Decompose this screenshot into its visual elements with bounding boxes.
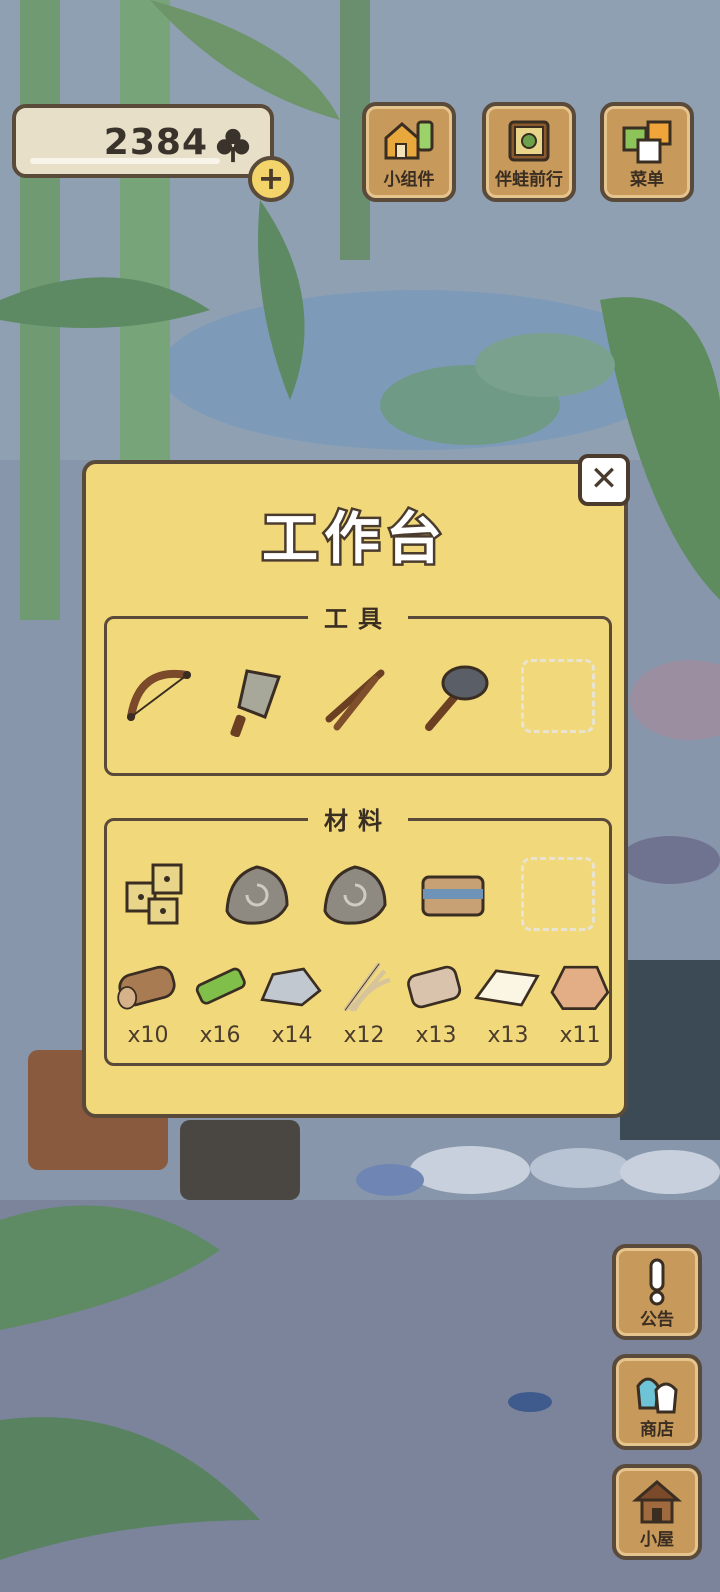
tools-title: 工具 <box>308 599 408 634</box>
announcement-button[interactable]: 公告 <box>612 1244 702 1340</box>
companion-book-icon <box>508 120 550 162</box>
material-clay[interactable] <box>543 951 615 1023</box>
sticks-icon <box>325 669 385 731</box>
stone-icon <box>260 967 322 1007</box>
clay-icon <box>550 965 610 1010</box>
materials-section: 材料 x10 x16 x14 x12 x13 x13 x11 <box>104 801 615 1066</box>
workbench-title: 工作台 <box>260 505 448 575</box>
tools-section: 工具 <box>104 599 612 776</box>
brush-icon <box>230 669 281 738</box>
tool-brush[interactable] <box>217 657 297 738</box>
menu-cards-icon <box>622 120 672 164</box>
fiber-icon <box>343 962 391 1012</box>
widget-label: 小组件 <box>383 170 435 190</box>
material-fiber[interactable] <box>327 951 399 1023</box>
close-button[interactable]: ✕ <box>578 454 630 506</box>
shop-label: 商店 <box>640 1420 674 1440</box>
stone-hammer-icon <box>425 665 489 731</box>
tool-sticks[interactable] <box>315 657 395 737</box>
menu-button[interactable]: 菜单 <box>600 102 694 202</box>
qty-clay: x11 <box>559 1023 601 1048</box>
material-paper[interactable] <box>471 951 543 1023</box>
menu-label: 菜单 <box>630 170 664 190</box>
material-leather[interactable] <box>399 951 471 1023</box>
clover-counter: 2384 <box>12 104 274 178</box>
leather-icon <box>407 965 462 1009</box>
qty-paper: x13 <box>487 1023 529 1048</box>
log-icon <box>117 965 176 1010</box>
spiral-stone-icon <box>323 865 387 925</box>
workbench-panel: 工作台 工具 材料 x10 x16 x14 x12 x13 x13 x11 <box>82 460 628 1118</box>
material-stone[interactable] <box>255 951 327 1023</box>
material-spiral-stone-2[interactable] <box>315 855 395 935</box>
qty-leather: x13 <box>415 1023 457 1048</box>
shop-button[interactable]: 商店 <box>612 1354 702 1450</box>
widget-button[interactable]: 小组件 <box>362 102 456 202</box>
material-bamboo[interactable] <box>183 951 255 1023</box>
cloth-bundle-icon <box>421 875 485 917</box>
qty-fiber: x12 <box>343 1023 385 1048</box>
house-label: 小屋 <box>640 1530 674 1550</box>
exclamation-icon <box>649 1258 665 1306</box>
material-cloth-bundle[interactable] <box>413 855 493 935</box>
companion-button[interactable]: 伴蛙前行 <box>482 102 576 202</box>
tool-bow[interactable] <box>119 657 199 737</box>
companion-label: 伴蛙前行 <box>495 170 563 190</box>
house-button[interactable]: 小屋 <box>612 1464 702 1560</box>
qty-bamboo: x16 <box>199 1023 241 1048</box>
add-clover-button[interactable]: + <box>248 156 294 202</box>
shop-bags-icon <box>636 1377 678 1414</box>
bow-icon <box>127 669 191 721</box>
paper-icon <box>474 969 540 1007</box>
clover-icon <box>216 128 250 163</box>
announcement-label: 公告 <box>640 1310 674 1330</box>
spiral-stone-icon <box>225 865 289 925</box>
empty-material-slot <box>521 857 595 931</box>
qty-stone: x14 <box>271 1023 313 1048</box>
empty-tool-slot <box>521 659 595 733</box>
clover-bar <box>30 158 220 164</box>
materials-title: 材料 <box>308 801 408 836</box>
qty-log: x10 <box>127 1023 169 1048</box>
clover-count: 2384 <box>103 122 208 163</box>
material-spiral-stone-1[interactable] <box>217 855 297 935</box>
house-icon <box>632 1480 682 1524</box>
tool-hammer[interactable] <box>413 657 493 737</box>
material-log[interactable] <box>111 951 183 1023</box>
material-dice[interactable] <box>119 855 199 935</box>
widget-icon <box>384 120 434 160</box>
dice-icon <box>125 863 183 925</box>
bamboo-icon <box>195 967 246 1005</box>
